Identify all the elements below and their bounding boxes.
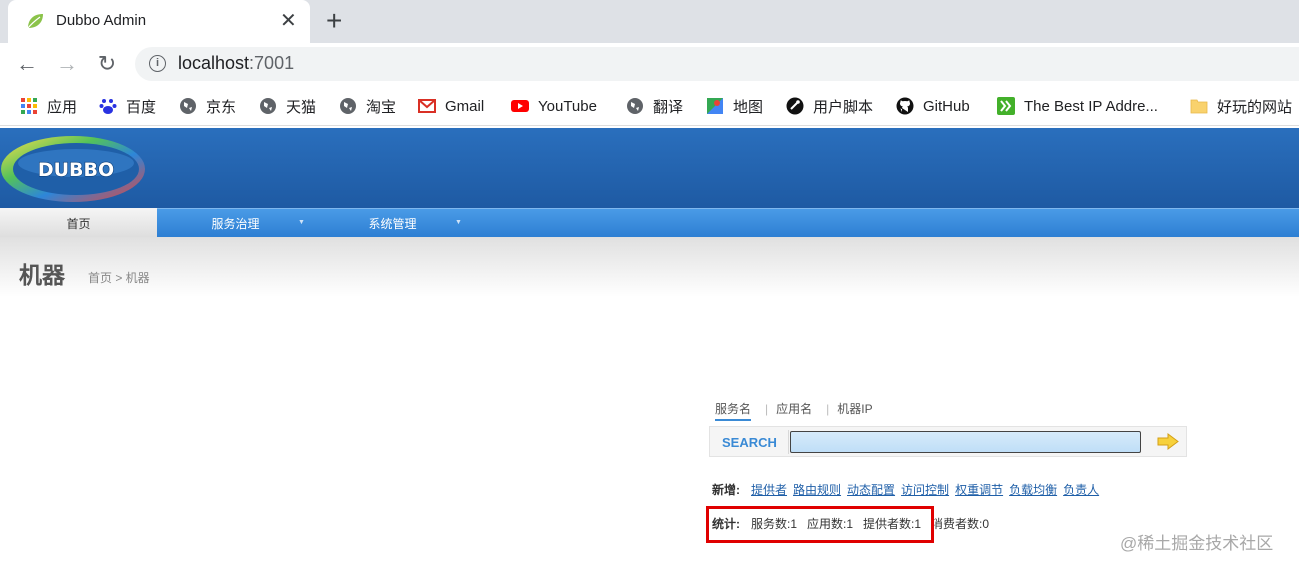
bookmark-maps[interactable]: 地图 [706,95,763,117]
link-access-control[interactable]: 访问控制 [901,483,949,497]
search-tabs: 服务名 | 应用名 | 机器IP [715,400,879,421]
search-bar: SEARCH [709,426,1187,457]
globe-icon [627,98,643,114]
ip-arrow-icon [997,97,1015,115]
bookmark-github[interactable]: GitHub [896,95,970,117]
link-weight-adjust[interactable]: 权重调节 [955,483,1003,497]
forward-arrow-icon[interactable]: → [54,51,80,77]
bookmark-folder[interactable]: 好玩的网站 [1190,95,1292,117]
bookmark-gmail[interactable]: Gmail [418,95,484,117]
info-icon[interactable]: i [149,55,166,72]
tab-service-name[interactable]: 服务名 [715,402,752,421]
link-owner[interactable]: 负责人 [1063,483,1099,497]
link-load-balance[interactable]: 负载均衡 [1009,483,1057,497]
page-title: 机器 [19,262,65,288]
bookmark-tmall[interactable]: 天猫 [259,95,316,117]
bookmark-jd[interactable]: 京东 [179,95,236,117]
baidu-paw-icon [99,99,117,114]
address-bar[interactable]: i localhost:7001 [135,47,1299,81]
link-provider[interactable]: 提供者 [751,483,787,497]
bookmark-label: 天猫 [286,98,317,116]
globe-icon [260,98,276,114]
tab-title: Dubbo Admin [56,12,147,29]
link-dynamic-config[interactable]: 动态配置 [847,483,895,497]
reload-icon[interactable]: ↻ [94,51,120,77]
chevron-down-icon: ▼ [455,219,462,226]
spring-leaf-icon [27,14,43,29]
app-header [0,128,1299,208]
bookmark-apps[interactable]: 应用 [20,95,77,117]
bookmark-youtube[interactable]: YouTube [511,95,597,117]
bookmark-label: 百度 [126,98,157,116]
bookmark-label: 京东 [206,98,237,116]
bookmark-label: Gmail [445,97,485,115]
globe-icon [340,98,356,114]
apps-grid-icon [21,98,37,114]
bookmark-label: 好玩的网站 [1217,98,1293,116]
add-label: 新增: [712,483,740,497]
tab-separator: | [765,402,769,416]
arrow-right-icon[interactable] [1157,433,1179,450]
nav-service-governance[interactable]: 服务治理 ▼ [157,208,314,237]
bookmark-label: YouTube [538,97,597,115]
bookmark-label: 应用 [47,98,78,116]
stat-consumers: 消费者数:0 [931,517,990,531]
highlight-box [706,506,934,543]
nav-label: 系统管理 [368,217,417,231]
nav-system-management[interactable]: 系统管理 ▼ [314,208,471,237]
logo-text: DUBBO [38,159,114,181]
divider [788,430,789,454]
nav-home[interactable]: 首页 [0,208,157,237]
link-route-rule[interactable]: 路由规则 [793,483,841,497]
new-tab-button[interactable]: + [326,6,342,36]
bookmark-userscript[interactable]: 用户脚本 [786,95,873,117]
globe-icon [180,98,196,114]
chevron-down-icon: ▼ [298,219,305,226]
folder-icon [1190,99,1208,114]
bookmark-taobao[interactable]: 淘宝 [339,95,396,117]
browser-tab[interactable]: Dubbo Admin ✕ [8,0,310,43]
tab-application-name[interactable]: 应用名 [776,402,812,416]
bookmark-label: 淘宝 [366,98,397,116]
github-icon [896,97,914,115]
close-icon[interactable]: ✕ [280,9,297,33]
bookmark-label: 翻译 [653,98,684,116]
watermark: @稀土掘金技术社区 [1120,534,1274,553]
youtube-icon [511,100,529,112]
bookmark-label: 用户脚本 [813,98,874,116]
dubbo-logo: DUBBO [1,136,145,202]
search-label: SEARCH [722,435,777,450]
tab-machine-ip[interactable]: 机器IP [837,402,872,416]
bookmark-ip[interactable]: The Best IP Addre... [997,95,1158,117]
nav-label: 服务治理 [211,217,260,231]
url-text[interactable]: localhost:7001 [178,53,294,74]
page-header-band [0,237,1299,297]
back-arrow-icon[interactable]: ← [14,51,40,77]
add-links-row: 新增: 提供者 路由规则 动态配置 访问控制 权重调节 负载均衡 负责人 [712,481,1105,498]
nav-label: 首页 [66,217,91,231]
bookmark-baidu[interactable]: 百度 [99,95,156,117]
bookmark-translate[interactable]: 翻译 [626,95,683,117]
tab-separator: | [826,402,830,416]
search-input[interactable] [790,431,1141,453]
bookmark-label: GitHub [923,97,970,115]
maps-icon [707,98,723,114]
bookmark-label: The Best IP Addre... [1024,97,1158,115]
bookmark-label: 地图 [733,98,764,116]
breadcrumb[interactable]: 首页 > 机器 [88,269,150,286]
gmail-icon [418,99,436,113]
userscript-icon [786,97,804,115]
